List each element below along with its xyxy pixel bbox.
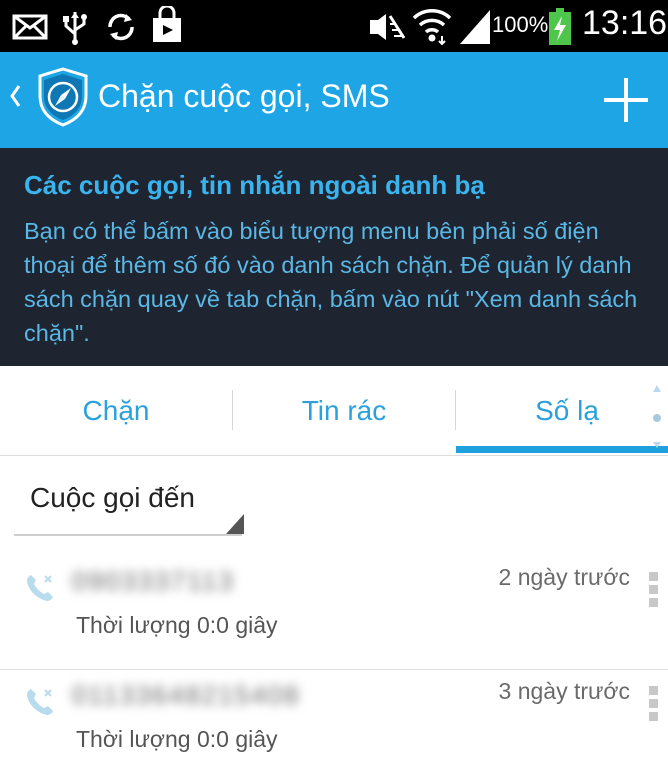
- status-clock: 13:16: [582, 4, 668, 42]
- status-bar: 100% 13:16: [0, 0, 668, 52]
- shield-compass-icon[interactable]: [36, 66, 90, 128]
- usb-icon: [63, 12, 87, 45]
- overflow-menu-icon[interactable]: [646, 684, 662, 724]
- sync-icon: [108, 13, 134, 41]
- battery-percent: 100%: [492, 12, 549, 37]
- mute-icon: [370, 14, 406, 40]
- spinner-underline: [14, 534, 242, 536]
- back-chevron-icon[interactable]: [8, 82, 22, 110]
- spinner-selected-value: Cuộc gọi đến: [30, 482, 196, 513]
- wifi-icon: [412, 9, 452, 46]
- info-banner: Các cuộc gọi, tin nhắn ngoài danh bạ Bạn…: [0, 148, 668, 366]
- call-time-ago: 2 ngày trước: [498, 564, 630, 590]
- list-item[interactable]: 01133648215408 3 ngày trước Thời lượng 0…: [0, 670, 668, 784]
- missed-call-icon: [27, 575, 53, 601]
- tab-selected-indicator: [456, 446, 668, 453]
- tab-bar-divider: [0, 455, 668, 456]
- overflow-menu-icon[interactable]: [646, 570, 662, 610]
- shopping-bag-icon: [153, 6, 181, 42]
- spinner-arrow-icon: [226, 514, 244, 534]
- tab-scroll-indicator-icon: [653, 385, 661, 448]
- missed-call-icon: [27, 689, 53, 715]
- action-bar: Chặn cuộc gọi, SMS: [0, 52, 668, 148]
- plus-icon[interactable]: [596, 70, 656, 130]
- tab-tin-rac[interactable]: Tin rác: [233, 366, 455, 456]
- tab-bar: Chặn Tin rác Số lạ: [0, 366, 668, 456]
- call-duration: Thời lượng 0:0 giây: [76, 612, 278, 638]
- call-time-ago: 3 ngày trước: [498, 678, 630, 704]
- battery-charging-icon: [549, 8, 571, 45]
- info-heading: Các cuộc gọi, tin nhắn ngoài danh bạ: [24, 170, 485, 200]
- tab-chan[interactable]: Chặn: [0, 366, 232, 456]
- info-body: Bạn có thể bấm vào biểu tượng menu bên p…: [24, 218, 638, 346]
- page-title: Chặn cuộc gọi, SMS: [98, 78, 390, 114]
- call-number: 0903337113: [72, 566, 235, 596]
- call-type-spinner[interactable]: Cuộc gọi đến: [14, 470, 244, 536]
- mail-icon: [12, 14, 48, 40]
- tab-so-la[interactable]: Số lạ: [456, 366, 668, 456]
- call-number: 01133648215408: [72, 680, 301, 710]
- call-duration: Thời lượng 0:0 giây: [76, 726, 278, 752]
- list-item[interactable]: 0903337113 2 ngày trước Thời lượng 0:0 g…: [0, 556, 668, 670]
- signal-icon: [460, 10, 490, 44]
